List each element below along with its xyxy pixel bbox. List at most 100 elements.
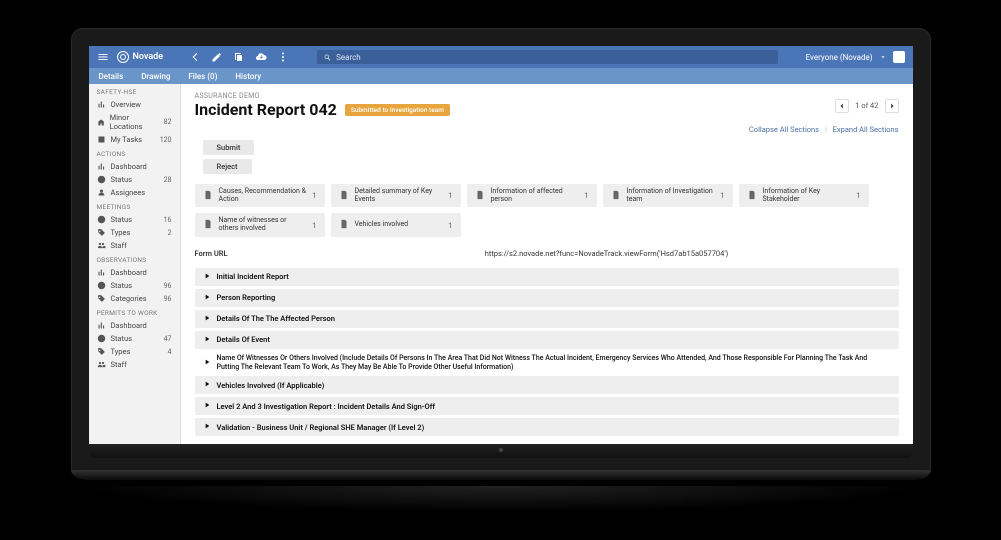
sidebar-item[interactable]: Assignees [89,186,180,199]
sidebar-item[interactable]: Dashboard [89,266,180,279]
tag-icon [97,347,106,356]
card-count: 1 [856,191,860,200]
expand-icon [203,293,211,303]
accordion-section[interactable]: Details Of Event [195,331,899,349]
sidebar-item[interactable]: Overview [89,98,180,111]
workflow-actions: Submit Reject [203,140,899,174]
sidebar-item[interactable]: Staff [89,239,180,252]
section-links: Collapse All Sections | Expand All Secti… [195,125,899,134]
sidebar-item-count: 28 [164,176,172,184]
section-label: Name Of Witnesses Or Others Involved (In… [217,354,891,372]
edit-icon[interactable] [211,51,223,63]
sidebar-item-label: Status [111,175,132,184]
sidebar-item-count: 4 [168,348,172,356]
accordion-section[interactable]: Name Of Witnesses Or Others Involved (In… [195,352,899,374]
tab-files[interactable]: Files (0) [188,72,217,81]
attachment-card[interactable]: Detailed summary of Key Events1 [331,184,461,207]
collapse-all-link[interactable]: Collapse All Sections [749,125,819,134]
expand-icon [203,272,211,282]
user-icon [97,188,106,197]
document-icon [203,219,213,231]
card-count: 1 [448,191,452,200]
sidebar-item[interactable]: Status47 [89,332,180,345]
document-icon [611,190,621,202]
search-icon [323,53,332,62]
sidebar-item[interactable]: Types4 [89,345,180,358]
chart-icon [97,162,106,171]
submit-button[interactable]: Submit [203,140,255,155]
card-label: Information of Investigation team [627,188,715,203]
sidebar-item[interactable]: Dashboard [89,319,180,332]
attachment-card[interactable]: Information of affected person1 [467,184,597,207]
search-input[interactable]: Search [317,50,778,64]
section-label: Person Reporting [217,293,276,302]
sidebar-item[interactable]: Categories96 [89,292,180,305]
sidebar-item-label: Status [111,334,132,343]
card-count: 1 [312,221,316,230]
sidebar-item[interactable]: Status96 [89,279,180,292]
tab-history[interactable]: History [235,72,261,81]
tab-drawing[interactable]: Drawing [141,72,170,81]
sidebar-item[interactable]: Status16 [89,213,180,226]
prev-button[interactable] [835,99,849,113]
building-icon [97,118,105,127]
attachment-card[interactable]: Information of Investigation team1 [603,184,733,207]
user-menu[interactable]: Everyone (Novade) [806,51,905,63]
section-label: Vehicles Involved (If Applicable) [217,381,325,390]
accordion-section[interactable]: Validation - Business Unit / Regional SH… [195,418,899,436]
sidebar-item-label: My Tasks [111,135,143,144]
brand-logo-icon [117,51,129,63]
sidebar: SAFETY-HSEOverviewMinor Locations82My Ta… [89,84,181,444]
expand-icon [203,422,211,432]
copy-icon[interactable] [233,51,245,63]
card-label: Information of Key Stakeholder [763,188,851,203]
brand-name: Novade [133,52,164,62]
brand[interactable]: Novade [117,51,164,63]
sidebar-item[interactable]: Minor Locations82 [89,111,180,133]
reject-button[interactable]: Reject [203,159,252,174]
card-label: Name of witnesses or others involved [219,217,307,232]
document-icon [339,219,349,231]
sidebar-item[interactable]: My Tasks120 [89,133,180,146]
sidebar-item-count: 2 [168,229,172,237]
breadcrumb: ASSURANCE DEMO [195,92,450,100]
people-icon [97,241,106,250]
sidebar-item-label: Dashboard [111,162,147,171]
section-label: Level 2 And 3 Investigation Report : Inc… [217,402,436,411]
accordion-section[interactable]: Level 2 And 3 Investigation Report : Inc… [195,397,899,415]
cloud-upload-icon[interactable] [255,51,267,63]
laptop-frame: Novade Search Everyone (Novade) [71,28,931,512]
sidebar-item-count: 16 [164,216,172,224]
attachment-card[interactable]: Name of witnesses or others involved 1 [195,213,325,236]
card-count: 1 [584,191,588,200]
accordion-section[interactable]: Person Reporting [195,289,899,307]
clock-icon [97,175,106,184]
attachment-card[interactable]: Vehicles involved1 [331,213,461,236]
sidebar-item[interactable]: Status 28 [89,173,180,186]
search-placeholder: Search [336,53,361,62]
pager: 1 of 42 [835,99,898,113]
tag-icon [97,228,106,237]
accordion-section[interactable]: Initial Incident Report [195,268,899,286]
sidebar-section-title: OBSERVATIONS [89,252,180,266]
user-label: Everyone (Novade) [806,53,873,62]
accordion-section[interactable]: Details Of The The Affected Person [195,310,899,328]
sidebar-item[interactable]: Dashboard [89,160,180,173]
app-launcher-icon[interactable] [893,51,905,63]
tag-icon [97,294,106,303]
back-icon[interactable] [189,51,201,63]
sidebar-item[interactable]: Types2 [89,226,180,239]
accordion-section[interactable]: Vehicles Involved (If Applicable) [195,376,899,394]
tab-details[interactable]: Details [99,72,124,81]
menu-icon[interactable] [97,51,109,63]
attachment-card[interactable]: Causes, Recommendation & Action1 [195,184,325,207]
expand-all-link[interactable]: Expand All Sections [833,125,899,134]
document-icon [475,190,485,202]
attachment-card[interactable]: Information of Key Stakeholder 1 [739,184,869,207]
sidebar-item-count: 96 [164,295,172,303]
next-button[interactable] [885,99,899,113]
sidebar-item[interactable]: Staff [89,358,180,371]
accordion: Initial Incident Report Person Reporting D… [195,268,899,437]
more-icon[interactable] [277,51,289,63]
sidebar-section-title: SAFETY-HSE [89,84,180,98]
